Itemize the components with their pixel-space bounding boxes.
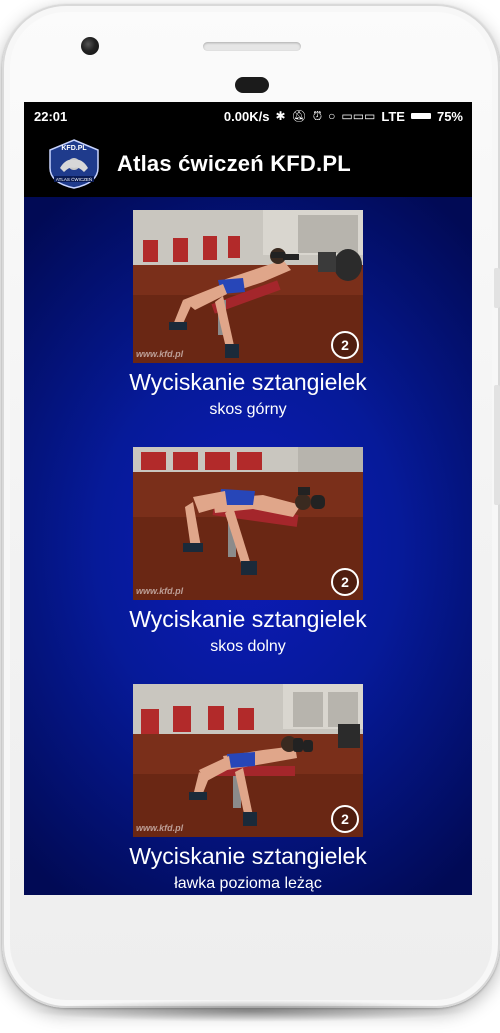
speaker-grille [203,42,301,51]
exercise-thumbnail[interactable]: www.kfd.pl 2 [133,447,363,600]
network-speed: 0.00K/s [223,108,270,124]
step-badge: 2 [331,568,359,596]
app-title: Atlas ćwiczeń KFD.PL [117,150,351,176]
exercise-thumbnail[interactable]: www.kfd.pl 2 [133,210,363,363]
volume-button [494,268,500,308]
status-time: 22:01 [34,108,68,124]
status-icons: 0.00K/s ✱ 🔕︎ ⏰︎ ○ ▭▭▭ LTE 75% [224,109,463,124]
exercise-card[interactable]: www.kfd.pl 2 Wyciskanie sztangielek skos… [24,447,472,672]
signal-icon: ▭▭▭ [341,109,376,123]
bluetooth-icon: ✱ [275,109,286,123]
exercise-list: www.kfd.pl 2 Wyciskanie sztangielek skos… [24,197,472,895]
exercise-title: Wyciskanie sztangielek [129,369,367,395]
proximity-sensor [235,77,269,93]
status-bar: 22:01 0.00K/s ✱ 🔕︎ ⏰︎ ○ ▭▭▭ LTE 75% [24,102,472,130]
exercise-thumbnail[interactable]: www.kfd.pl 2 [133,684,363,837]
exercise-title: Wyciskanie sztangielek [129,843,367,869]
kfd-logo[interactable]: KFD.PL ATLAS ĆWICZEŃ [44,138,104,190]
alarm-icon: ⏰︎ [312,108,323,123]
exercise-subtitle: skos górny [209,401,287,418]
watermark: www.kfd.pl [136,586,184,596]
mute-bell-icon: 🔕︎ [291,109,307,123]
step-badge: 2 [331,331,359,359]
watermark: www.kfd.pl [136,823,184,833]
screen: 22:01 0.00K/s ✱ 🔕︎ ⏰︎ ○ ▭▭▭ LTE 75% KFD.… [24,102,472,895]
power-button [494,385,500,505]
watermark: www.kfd.pl [136,349,184,359]
battery-level: 75% [436,108,463,124]
phone-shadow [30,1000,470,1022]
exercise-subtitle: ławka pozioma leżąc [174,875,322,892]
app-bar: KFD.PL ATLAS ĆWICZEŃ Atlas ćwiczeń KFD.P… [24,130,472,197]
logo-text-bottom: ATLAS ĆWICZEŃ [56,176,92,182]
network-type: LTE [381,108,405,124]
logo-text-top: KFD.PL [61,145,87,152]
exercise-title: Wyciskanie sztangielek [129,606,367,632]
battery-icon [410,113,431,119]
circle-icon: ○ [328,109,336,123]
exercise-card[interactable]: www.kfd.pl 2 Wyciskanie sztangielek ławk… [24,684,472,895]
step-badge: 2 [331,805,359,833]
exercise-card[interactable]: www.kfd.pl 2 Wyciskanie sztangielek skos… [24,210,472,435]
front-camera [81,37,99,55]
exercise-subtitle: skos dolny [210,638,286,655]
